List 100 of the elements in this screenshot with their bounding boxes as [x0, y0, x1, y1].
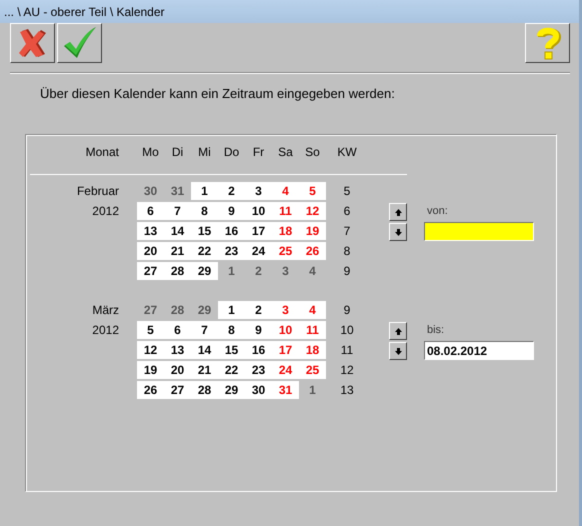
- day-cell[interactable]: 11: [299, 321, 326, 339]
- column-header: Mo: [141, 145, 160, 159]
- day-cell[interactable]: 4: [272, 182, 299, 200]
- day-cell[interactable]: 15: [218, 341, 245, 359]
- day-cell[interactable]: 20: [164, 361, 191, 379]
- up-arrow-icon: [394, 208, 402, 216]
- day-cell[interactable]: 23: [245, 361, 272, 379]
- day-cell[interactable]: 1: [218, 262, 245, 280]
- window-title: ... \ AU - oberer Teil \ Kalender: [4, 4, 165, 18]
- day-cell[interactable]: 10: [272, 321, 299, 339]
- week-number: 6: [342, 203, 352, 220]
- day-cell[interactable]: 22: [191, 242, 218, 260]
- checkmark-icon: [62, 26, 98, 60]
- day-cell[interactable]: 23: [218, 242, 245, 260]
- year-label: 2012: [92, 204, 119, 218]
- day-cell[interactable]: 27: [137, 262, 164, 280]
- day-cell[interactable]: 8: [218, 321, 245, 339]
- day-cell[interactable]: 1: [299, 381, 326, 399]
- close-icon: [18, 27, 48, 59]
- day-cell[interactable]: 5: [137, 321, 164, 339]
- day-cell[interactable]: 25: [272, 242, 299, 260]
- confirm-button[interactable]: [57, 23, 102, 63]
- day-cell[interactable]: 20: [137, 242, 164, 260]
- intro-text: Über diesen Kalender kann ein Zeitraum eingegeben werden:: [40, 86, 396, 101]
- day-cell[interactable]: 22: [218, 361, 245, 379]
- day-cell[interactable]: 7: [164, 202, 191, 220]
- day-cell[interactable]: 28: [164, 262, 191, 280]
- day-cell[interactable]: 3: [245, 182, 272, 200]
- day-cell[interactable]: 2: [245, 301, 272, 319]
- day-cell[interactable]: 8: [191, 202, 218, 220]
- day-cell[interactable]: 16: [218, 222, 245, 240]
- help-icon: [534, 26, 560, 60]
- day-cell[interactable]: 12: [299, 202, 326, 220]
- day-cell[interactable]: 25: [299, 361, 326, 379]
- day-cell[interactable]: 18: [299, 341, 326, 359]
- day-cell[interactable]: 17: [245, 222, 272, 240]
- day-cell[interactable]: 29: [218, 381, 245, 399]
- day-cell[interactable]: 3: [272, 301, 299, 319]
- day-cell[interactable]: 1: [191, 182, 218, 200]
- date-field[interactable]: [424, 222, 534, 241]
- cancel-button[interactable]: [10, 23, 55, 63]
- field-label: bis:: [427, 324, 446, 338]
- day-cell[interactable]: 14: [191, 341, 218, 359]
- day-cell[interactable]: 3: [272, 262, 299, 280]
- up-button[interactable]: [389, 322, 407, 340]
- day-cell[interactable]: 9: [245, 321, 272, 339]
- week-number: 10: [339, 322, 355, 339]
- day-cell[interactable]: 4: [299, 301, 326, 319]
- down-arrow-icon: [394, 228, 402, 236]
- day-cell[interactable]: 18: [272, 222, 299, 240]
- day-cell[interactable]: 28: [164, 301, 191, 319]
- week-number: 7: [342, 223, 352, 240]
- day-cell[interactable]: 14: [164, 222, 191, 240]
- day-cell[interactable]: 27: [164, 381, 191, 399]
- day-cell[interactable]: 27: [137, 301, 164, 319]
- day-cell[interactable]: 29: [191, 262, 218, 280]
- day-cell[interactable]: 21: [191, 361, 218, 379]
- day-cell[interactable]: 15: [191, 222, 218, 240]
- help-button[interactable]: [525, 23, 570, 63]
- day-cell[interactable]: 2: [218, 182, 245, 200]
- day-cell[interactable]: 30: [137, 182, 164, 200]
- day-cell[interactable]: 9: [218, 202, 245, 220]
- down-arrow-icon: [394, 348, 402, 354]
- day-cell[interactable]: 24: [245, 242, 272, 260]
- day-cell[interactable]: 7: [191, 321, 218, 339]
- day-cell[interactable]: 13: [137, 222, 164, 240]
- up-button[interactable]: [389, 203, 407, 221]
- week-number: 5: [342, 183, 352, 200]
- day-cell[interactable]: 6: [164, 321, 191, 339]
- day-cell[interactable]: 5: [299, 182, 326, 200]
- column-header: Do: [222, 145, 240, 159]
- week-number: 11: [340, 342, 354, 359]
- day-cell[interactable]: 4: [299, 262, 326, 280]
- week-number: 12: [339, 362, 355, 379]
- day-cell[interactable]: 10: [245, 202, 272, 220]
- day-cell[interactable]: 26: [299, 242, 326, 260]
- day-cell[interactable]: 28: [191, 381, 218, 399]
- day-cell[interactable]: 19: [299, 222, 326, 240]
- day-cell[interactable]: 2: [245, 262, 272, 280]
- day-cell[interactable]: 11: [272, 202, 299, 220]
- down-button[interactable]: [389, 342, 407, 360]
- date-field[interactable]: 08.02.2012: [424, 341, 534, 360]
- down-button[interactable]: [389, 223, 407, 241]
- day-cell[interactable]: 29: [191, 301, 218, 319]
- day-cell[interactable]: 13: [164, 341, 191, 359]
- month-label: März: [92, 303, 119, 317]
- day-cell[interactable]: 19: [137, 361, 164, 379]
- day-cell[interactable]: 31: [164, 182, 191, 200]
- day-cell[interactable]: 6: [137, 202, 164, 220]
- day-cell[interactable]: 30: [245, 381, 272, 399]
- day-cell[interactable]: 1: [218, 301, 245, 319]
- day-cell[interactable]: 31: [272, 381, 299, 399]
- day-cell[interactable]: 12: [137, 341, 164, 359]
- day-cell[interactable]: 17: [272, 341, 299, 359]
- day-cell[interactable]: 26: [137, 381, 164, 399]
- week-number: 9: [342, 263, 352, 280]
- day-cell[interactable]: 24: [272, 361, 299, 379]
- day-cell[interactable]: 21: [164, 242, 191, 260]
- week-number: 13: [339, 382, 355, 399]
- day-cell[interactable]: 16: [245, 341, 272, 359]
